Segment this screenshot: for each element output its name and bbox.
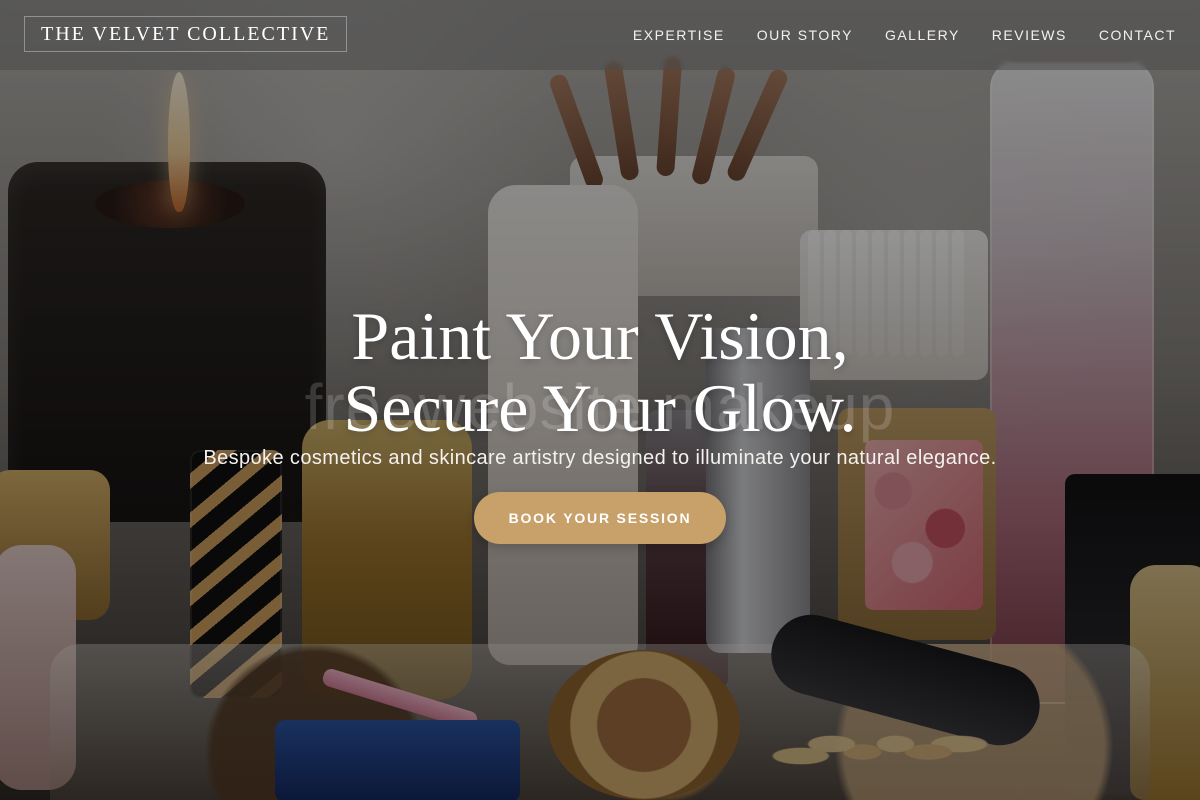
nav-link-contact[interactable]: CONTACT xyxy=(1099,27,1176,43)
nav-link-reviews[interactable]: REVIEWS xyxy=(992,27,1067,43)
hero-title: Paint Your Vision, Secure Your Glow. xyxy=(343,297,857,446)
brand-logo[interactable]: THE VELVET COLLECTIVE xyxy=(24,16,348,52)
hero-section: THE VELVET COLLECTIVE EXPERTISE OUR STOR… xyxy=(0,0,1200,800)
hero-content: Paint Your Vision, Secure Your Glow. fre… xyxy=(0,0,1200,800)
top-navigation-bar: THE VELVET COLLECTIVE EXPERTISE OUR STOR… xyxy=(0,0,1200,70)
main-navigation: EXPERTISE OUR STORY GALLERY REVIEWS CONT… xyxy=(633,0,1176,70)
hero-subtitle: Bespoke cosmetics and skincare artistry … xyxy=(203,447,997,469)
nav-link-our-story[interactable]: OUR STORY xyxy=(757,27,853,43)
book-session-button[interactable]: BOOK YOUR SESSION xyxy=(474,492,726,544)
nav-link-gallery[interactable]: GALLERY xyxy=(885,27,960,43)
nav-link-expertise[interactable]: EXPERTISE xyxy=(633,27,725,43)
